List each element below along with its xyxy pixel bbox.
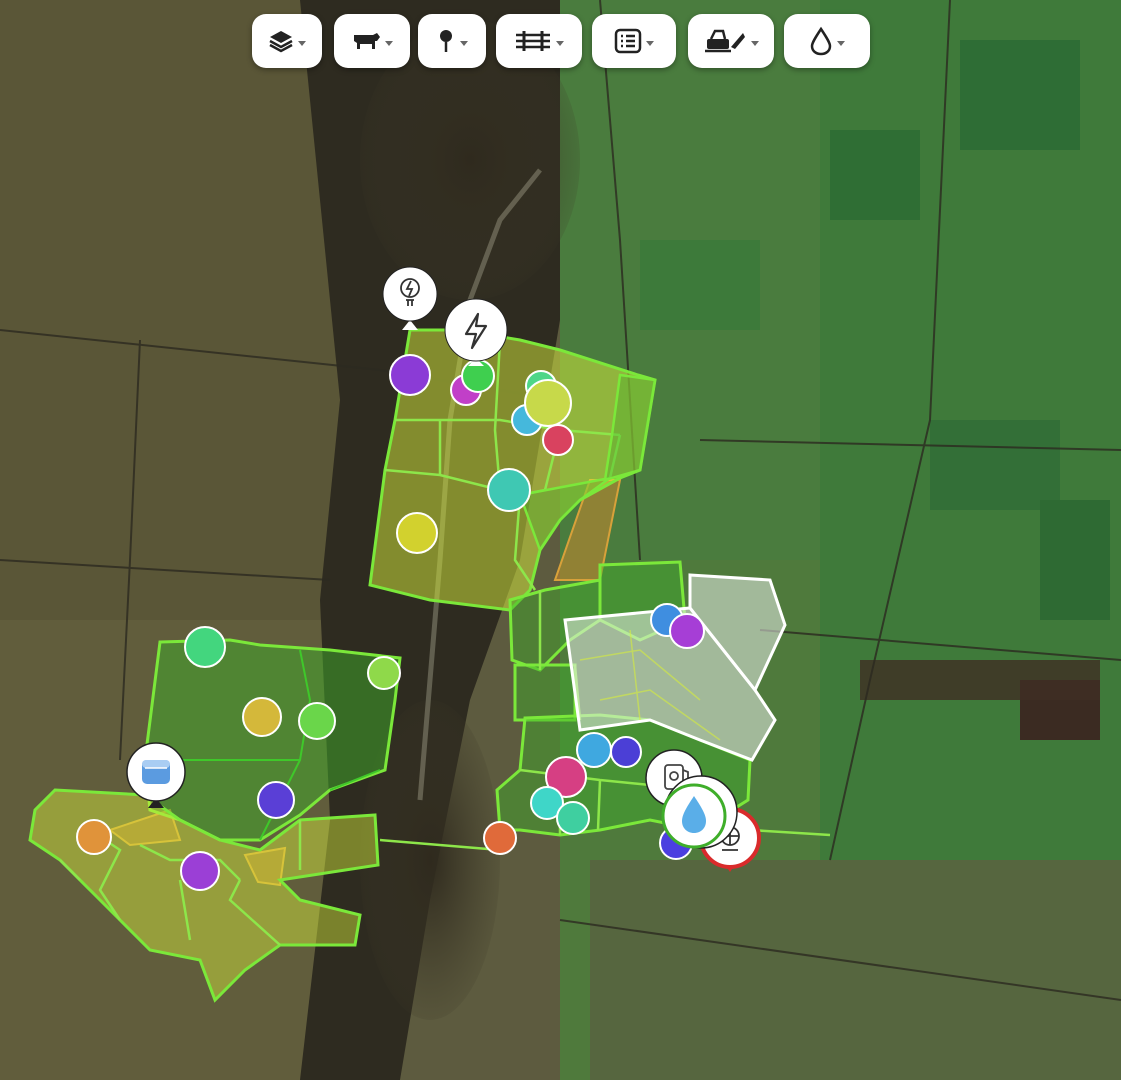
marker	[610, 736, 642, 768]
map-pin-icon	[440, 30, 452, 52]
marker	[389, 354, 431, 396]
list-icon	[614, 28, 642, 54]
marker	[298, 702, 336, 740]
marker	[180, 851, 220, 891]
machinery-button[interactable]	[688, 14, 774, 68]
markers-button[interactable]	[418, 14, 486, 68]
marker	[576, 732, 612, 768]
chevron-down-icon	[460, 40, 468, 46]
marker	[542, 424, 574, 456]
chevron-down-icon	[751, 40, 759, 46]
water-drop-icon	[810, 26, 832, 56]
layers-icon	[269, 31, 293, 53]
chevron-down-icon	[837, 40, 845, 46]
fences-button[interactable]	[496, 14, 582, 68]
marker	[257, 781, 295, 819]
marker	[76, 819, 112, 855]
chevron-down-icon	[298, 40, 306, 46]
livestock-icon	[354, 33, 380, 49]
layers-button[interactable]	[252, 14, 322, 68]
marker	[184, 626, 226, 668]
chevron-down-icon	[646, 40, 654, 46]
chevron-down-icon	[385, 40, 393, 46]
marker	[483, 821, 517, 855]
water-button[interactable]	[784, 14, 870, 68]
marker	[367, 656, 401, 690]
livestock-button[interactable]	[334, 14, 410, 68]
water-tank-icon	[142, 760, 170, 784]
marker	[487, 468, 531, 512]
fence-icon	[516, 31, 550, 51]
marker	[556, 801, 590, 835]
marker	[524, 379, 572, 427]
marker	[669, 613, 705, 649]
satellite-map[interactable]	[0, 0, 1121, 1080]
tractor-icon	[705, 29, 745, 53]
list-button[interactable]	[592, 14, 676, 68]
marker	[242, 697, 282, 737]
chevron-down-icon	[556, 40, 564, 46]
marker	[396, 512, 438, 554]
